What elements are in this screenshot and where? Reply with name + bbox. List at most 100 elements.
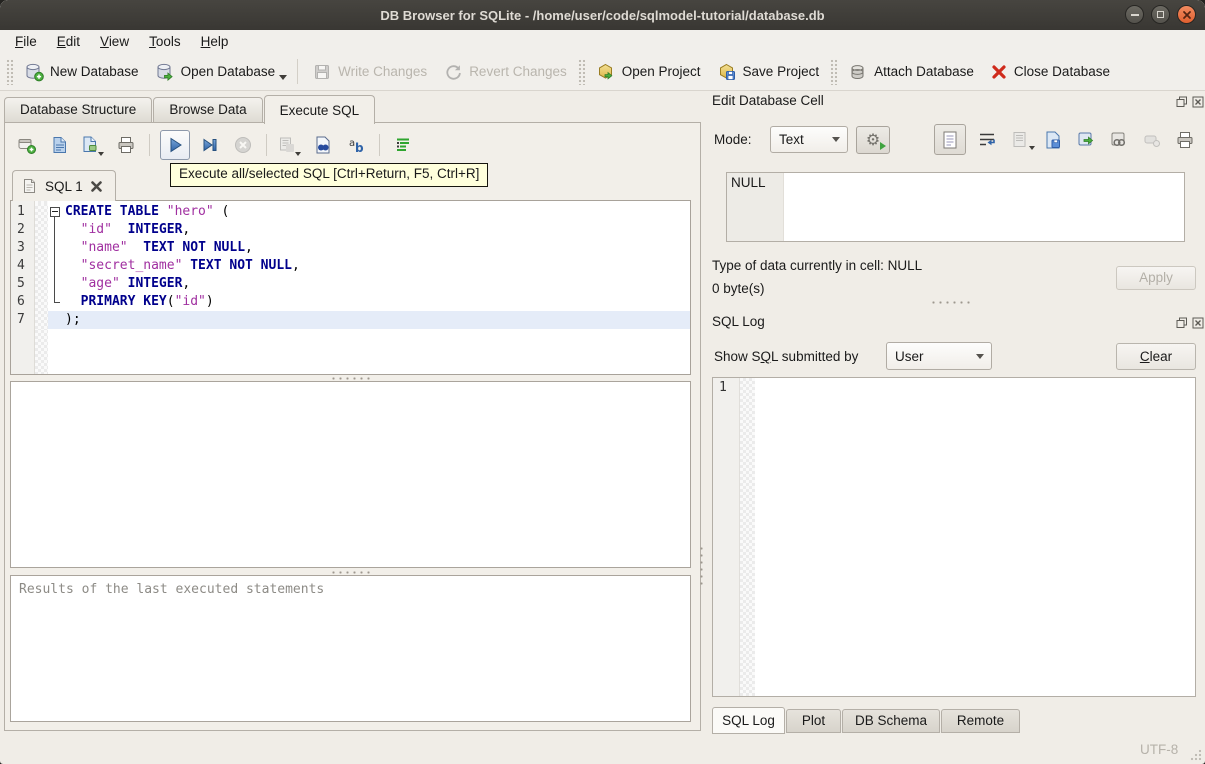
text-mode-button[interactable]	[934, 124, 966, 155]
close-icon	[1182, 10, 1191, 19]
editor-line[interactable]: 1 CREATE TABLE "hero" (	[11, 203, 690, 222]
edit-cell-panel-title: Edit Database Cell	[712, 93, 824, 108]
filter-label-post: L submitted by	[771, 349, 859, 364]
tab-database-structure[interactable]: Database Structure	[4, 97, 153, 122]
fold-column	[48, 239, 63, 258]
import-cell-data-button[interactable]	[1008, 126, 1035, 154]
close-tab-icon[interactable]	[90, 180, 102, 192]
word-wrap-button[interactable]	[975, 126, 999, 154]
close-button[interactable]	[1177, 5, 1196, 24]
attach-database-icon	[851, 64, 864, 79]
sql-code-editor[interactable]: 1 CREATE TABLE "hero" (2 "id" INTEGER, 3 "…	[10, 200, 691, 375]
fold-column	[48, 311, 63, 329]
sql-log-output[interactable]: 1	[712, 377, 1196, 697]
open-file-current-tab-icon	[83, 136, 97, 152]
open-project-button[interactable]: Open Project	[588, 58, 709, 86]
resize-grip-icon[interactable]	[1189, 748, 1202, 761]
panel-splitter-handle[interactable]	[930, 300, 972, 305]
tooltip: Execute all/selected SQL [Ctrl+Return, F…	[170, 163, 489, 187]
copy-link-button[interactable]	[1107, 126, 1131, 154]
write-changes-button[interactable]: Write Changes	[304, 58, 435, 86]
execute-current-line-button[interactable]	[197, 132, 223, 158]
float-panel-icon[interactable]	[1176, 96, 1188, 108]
toolbar-drag-handle[interactable]	[830, 58, 838, 85]
sql-log-filter-value: User	[895, 348, 924, 364]
attach-database-button[interactable]: Attach Database	[840, 58, 982, 86]
find-button[interactable]	[310, 132, 336, 158]
close-panel-icon[interactable]	[1192, 96, 1204, 108]
editor-line[interactable]: 2 "id" INTEGER,	[11, 221, 690, 240]
export-cell-data-button[interactable]	[1041, 126, 1065, 154]
fold-collapse-icon[interactable]	[50, 207, 60, 217]
cell-value-editor[interactable]: NULL	[726, 172, 1185, 242]
menu-edit[interactable]: Edit	[47, 32, 90, 51]
tab-browse-data[interactable]: Browse Data	[153, 97, 263, 122]
tab-execute-sql[interactable]: Execute SQL	[263, 95, 376, 124]
edit-cell-panel-controls	[1176, 96, 1204, 108]
dock-tab-sql-log[interactable]: SQL Log	[712, 707, 785, 734]
open-database-button[interactable]: Open Database	[147, 58, 284, 86]
sql-editor-tab[interactable]: SQL 1	[12, 170, 116, 201]
menu-file[interactable]: File	[5, 32, 47, 51]
titlebar[interactable]: DB Browser for SQLite - /home/user/code/…	[0, 0, 1205, 31]
line-number: 1	[17, 204, 25, 219]
auto-complete-button[interactable]: a b	[343, 132, 369, 158]
print-sql-button[interactable]	[113, 132, 139, 158]
execute-sql-button[interactable]	[160, 130, 190, 160]
open-sql-file-current-tab-button[interactable]	[80, 132, 106, 158]
save-results-button[interactable]	[277, 132, 303, 158]
write-changes-label: Write Changes	[338, 64, 428, 79]
mode-select[interactable]: Text	[770, 126, 848, 153]
code-line: );	[63, 311, 690, 329]
close-panel-icon[interactable]	[1192, 317, 1204, 329]
dock-tab-plot[interactable]: Plot	[786, 709, 841, 733]
revert-changes-button[interactable]: Revert Changes	[435, 58, 575, 86]
maximize-button[interactable]	[1151, 5, 1170, 24]
code-line: "age" INTEGER,	[80, 276, 191, 291]
dock-tab-remote[interactable]: Remote	[941, 709, 1020, 733]
edit-pane-placeholder[interactable]	[10, 381, 691, 568]
cell-editor-text-area[interactable]	[784, 173, 1184, 241]
minimize-button[interactable]	[1125, 5, 1144, 24]
print-icon	[118, 137, 134, 153]
open-database-label: Open Database	[180, 64, 276, 79]
write-changes-icon	[315, 64, 330, 79]
open-in-external-button[interactable]	[1074, 126, 1098, 154]
editor-line[interactable]: 5 "age" INTEGER,	[11, 275, 690, 294]
chevron-down-icon	[832, 137, 840, 142]
attach-database-label: Attach Database	[874, 64, 974, 79]
cell-settings-button[interactable]: ⚙	[856, 126, 890, 154]
revert-changes-icon	[446, 64, 461, 80]
format-sql-button[interactable]	[390, 132, 416, 158]
sql-toolbar-separator	[149, 134, 150, 156]
new-sql-tab-button[interactable]	[14, 132, 40, 158]
clear-log-button[interactable]: Clear	[1116, 343, 1196, 370]
menu-help[interactable]: Help	[191, 32, 239, 51]
apply-button[interactable]: Apply	[1116, 266, 1196, 290]
new-database-button[interactable]: New Database	[16, 58, 147, 86]
stop-execution-button[interactable]	[230, 132, 256, 158]
sql-log-filter-select[interactable]: User	[886, 342, 992, 370]
editor-line[interactable]: 3 "name" TEXT NOT NULL,	[11, 239, 690, 258]
dock-tab-db-schema[interactable]: DB Schema	[842, 709, 940, 733]
code-line: "id" INTEGER,	[80, 222, 191, 237]
fold-column[interactable]	[48, 203, 63, 222]
set-null-button[interactable]	[1140, 126, 1164, 154]
print-cell-button[interactable]	[1173, 126, 1197, 154]
word-completion-icon: a b	[349, 138, 364, 155]
editor-line[interactable]: 7);	[11, 311, 690, 329]
sql-document-icon	[24, 179, 35, 193]
save-project-button[interactable]: Save Project	[709, 58, 828, 86]
close-database-button[interactable]: Close Database	[982, 59, 1118, 85]
menu-tools[interactable]: Tools	[139, 32, 191, 51]
results-pane[interactable]: Results of the last executed statements	[10, 575, 691, 722]
float-panel-icon[interactable]	[1176, 317, 1188, 329]
main-splitter-handle[interactable]	[699, 545, 704, 589]
editor-line[interactable]: 6 PRIMARY KEY("id")	[11, 293, 690, 311]
open-sql-file-button[interactable]	[47, 132, 73, 158]
menu-view[interactable]: View	[90, 32, 139, 51]
open-database-dropdown-icon[interactable]	[279, 75, 288, 80]
editor-line[interactable]: 4 "secret_name" TEXT NOT NULL,	[11, 257, 690, 276]
toolbar-drag-handle[interactable]	[6, 58, 13, 85]
toolbar-drag-handle[interactable]	[577, 58, 585, 85]
